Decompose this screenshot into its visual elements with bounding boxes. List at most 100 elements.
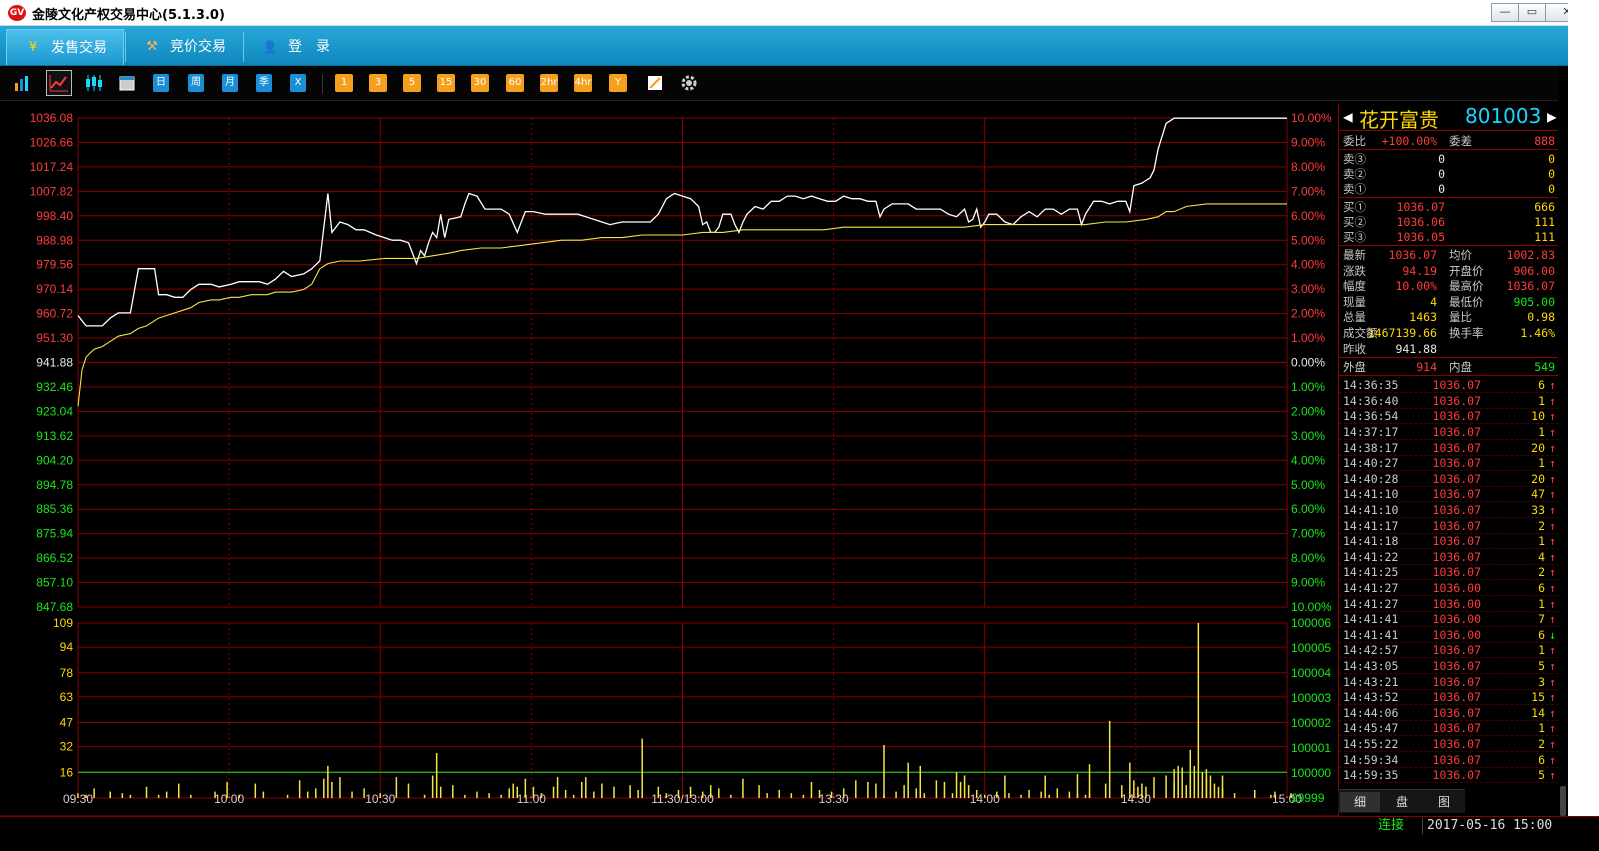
stat-label: 开盘价 bbox=[1449, 263, 1484, 278]
minute-5-button[interactable]: 5 bbox=[403, 74, 421, 92]
arrow-up-icon: ↑ bbox=[1549, 612, 1556, 627]
period-week-button[interactable]: 周 bbox=[188, 74, 204, 92]
tick-price: 1036.07 bbox=[1432, 456, 1481, 471]
hour-4-button[interactable]: 4hr bbox=[574, 74, 592, 92]
hour-2-button[interactable]: 2hr bbox=[540, 74, 558, 92]
tick-time: 14:38:17 bbox=[1343, 440, 1399, 455]
next-stock-icon[interactable]: ▶ bbox=[1547, 107, 1557, 126]
percent-tick-label: 7.00% bbox=[1291, 184, 1325, 198]
sell-volume: 0 bbox=[1548, 167, 1555, 181]
buy-level-row: 买② 1036.06 111 bbox=[1339, 214, 1559, 230]
arrow-up-icon: ↑ bbox=[1549, 658, 1556, 673]
draw-tool-icon[interactable] bbox=[644, 72, 666, 94]
vertical-scrollbar[interactable] bbox=[1558, 66, 1568, 816]
tick-price: 1036.07 bbox=[1432, 565, 1481, 580]
tab-chart[interactable]: 图 bbox=[1424, 792, 1464, 812]
minimize-button[interactable]: — bbox=[1491, 3, 1519, 22]
tick-row: 14:36:35 1036.07 6 ↑ bbox=[1339, 377, 1559, 394]
tick-row: 14:41:18 1036.07 1 ↑ bbox=[1339, 533, 1559, 550]
calendar-icon[interactable] bbox=[116, 72, 138, 94]
arrow-up-icon: ↑ bbox=[1549, 393, 1556, 408]
sell-volume: 0 bbox=[1548, 152, 1555, 166]
scrollbar-thumb[interactable] bbox=[1560, 786, 1566, 816]
percent-tick-label: 1.00% bbox=[1291, 331, 1325, 345]
panel-divider bbox=[1339, 245, 1559, 246]
buy-level-row: 买① 1036.07 666 bbox=[1339, 199, 1559, 215]
panel-divider bbox=[1339, 375, 1559, 377]
stat-label: 量比 bbox=[1449, 310, 1472, 325]
minute-1-button[interactable]: 1 bbox=[335, 74, 353, 92]
tick-price: 1036.07 bbox=[1432, 502, 1481, 517]
tick-price: 1036.07 bbox=[1432, 409, 1481, 424]
tick-price: 1036.07 bbox=[1432, 643, 1481, 658]
minute-3-button[interactable]: 3 bbox=[369, 74, 387, 92]
tick-time: 14:41:27 bbox=[1343, 580, 1399, 595]
tick-time: 14:42:57 bbox=[1343, 643, 1399, 658]
stock-header: ◀ 花开富贵 801003 ▶ bbox=[1339, 103, 1559, 132]
price-tick-label: 894.78 bbox=[36, 478, 73, 492]
period-quarter-button[interactable]: 季 bbox=[256, 74, 272, 92]
arrow-up-icon: ↑ bbox=[1549, 471, 1556, 486]
tick-price: 1036.00 bbox=[1432, 627, 1481, 642]
settings-gear-icon[interactable] bbox=[678, 72, 700, 94]
tab-book[interactable]: 盘 bbox=[1382, 792, 1422, 812]
candlestick-icon[interactable] bbox=[83, 72, 105, 94]
price-tick-label: 885.36 bbox=[36, 502, 73, 516]
minute-30-button[interactable]: 30 bbox=[471, 74, 489, 92]
tick-row: 14:41:41 1036.00 7 ↑ bbox=[1339, 611, 1559, 628]
tab-bid-trading[interactable]: ⚒ 竞价交易 bbox=[126, 29, 242, 65]
year-button[interactable]: Y bbox=[609, 74, 627, 92]
tick-time: 14:37:17 bbox=[1343, 424, 1399, 439]
tab-detail[interactable]: 细 bbox=[1340, 792, 1380, 812]
tick-volume: 1 bbox=[1538, 456, 1545, 471]
time-tick-label: 11:30/13:00 bbox=[651, 792, 714, 806]
app-logo-icon: GV bbox=[8, 5, 26, 21]
status-bar: 连接 2017-05-16 15:00 bbox=[0, 816, 1599, 851]
stat-label: 最新 bbox=[1343, 248, 1366, 262]
timeshare-chart[interactable]: 1036.08 10.00% 1026.66 9.00% 1017.24 8.00% 100… bbox=[0, 103, 1338, 816]
tick-price: 1036.07 bbox=[1432, 658, 1481, 673]
price-tick-label: 866.52 bbox=[36, 551, 73, 565]
volume-tick-label: 47 bbox=[60, 716, 74, 730]
prev-stock-icon[interactable]: ◀ bbox=[1343, 107, 1353, 126]
stat-value: 1.46% bbox=[1520, 326, 1555, 340]
stat-value: 1002.83 bbox=[1506, 248, 1555, 262]
panel-tabs: 细 盘 图 bbox=[1338, 789, 1465, 813]
price-tick-label: 857.10 bbox=[36, 576, 73, 590]
arrow-up-icon: ↑ bbox=[1549, 518, 1556, 533]
period-day-button[interactable]: 日 bbox=[153, 74, 169, 92]
tick-volume: 20 bbox=[1531, 471, 1545, 486]
tab-login[interactable]: 👤 登 录 bbox=[244, 29, 344, 65]
bar-chart-icon[interactable] bbox=[12, 72, 34, 94]
volume-right-tick-label: 100006 bbox=[1291, 616, 1331, 630]
volume-tick-label: 32 bbox=[60, 740, 74, 754]
tick-volume: 3 bbox=[1538, 674, 1545, 689]
inner-volume-value: 549 bbox=[1534, 360, 1555, 375]
sell-level-row: 卖① 0 0 bbox=[1339, 181, 1559, 197]
percent-tick-label: 10.00% bbox=[1291, 111, 1332, 125]
tick-volume: 10 bbox=[1531, 409, 1545, 424]
sell-price: 0 bbox=[1438, 167, 1445, 181]
tick-row: 14:55:22 1036.07 2 ↑ bbox=[1339, 736, 1559, 752]
timeshare-line-icon[interactable] bbox=[46, 70, 72, 96]
tick-row: 14:43:52 1036.07 15 ↑ bbox=[1339, 689, 1559, 706]
minute-60-button[interactable]: 60 bbox=[506, 74, 524, 92]
stat-row: 幅度 10.00% 最高价 1036.07 bbox=[1339, 278, 1559, 294]
tick-price: 1036.00 bbox=[1432, 580, 1481, 595]
minute-15-button[interactable]: 15 bbox=[437, 74, 455, 92]
status-datetime: 2017-05-16 15:00 bbox=[1422, 818, 1557, 834]
panel-divider bbox=[1339, 197, 1559, 198]
period-month-button[interactable]: 月 bbox=[222, 74, 238, 92]
tick-volume: 1 bbox=[1538, 424, 1545, 439]
arrow-up-icon: ↑ bbox=[1549, 643, 1556, 658]
price-tick-label: 875.94 bbox=[36, 527, 73, 541]
tick-volume: 20 bbox=[1531, 440, 1545, 455]
price-tick-label: 998.40 bbox=[36, 209, 73, 223]
tab-issue-trading[interactable]: ¥ 发售交易 bbox=[6, 29, 124, 65]
arrow-down-icon: ↓ bbox=[1549, 627, 1556, 642]
period-x-button[interactable]: X bbox=[290, 74, 306, 92]
tick-price: 1036.07 bbox=[1432, 487, 1481, 502]
maximize-button[interactable]: ▭ bbox=[1518, 3, 1546, 22]
sell-price: 0 bbox=[1438, 152, 1445, 166]
price-tick-label: 1007.82 bbox=[30, 184, 74, 198]
